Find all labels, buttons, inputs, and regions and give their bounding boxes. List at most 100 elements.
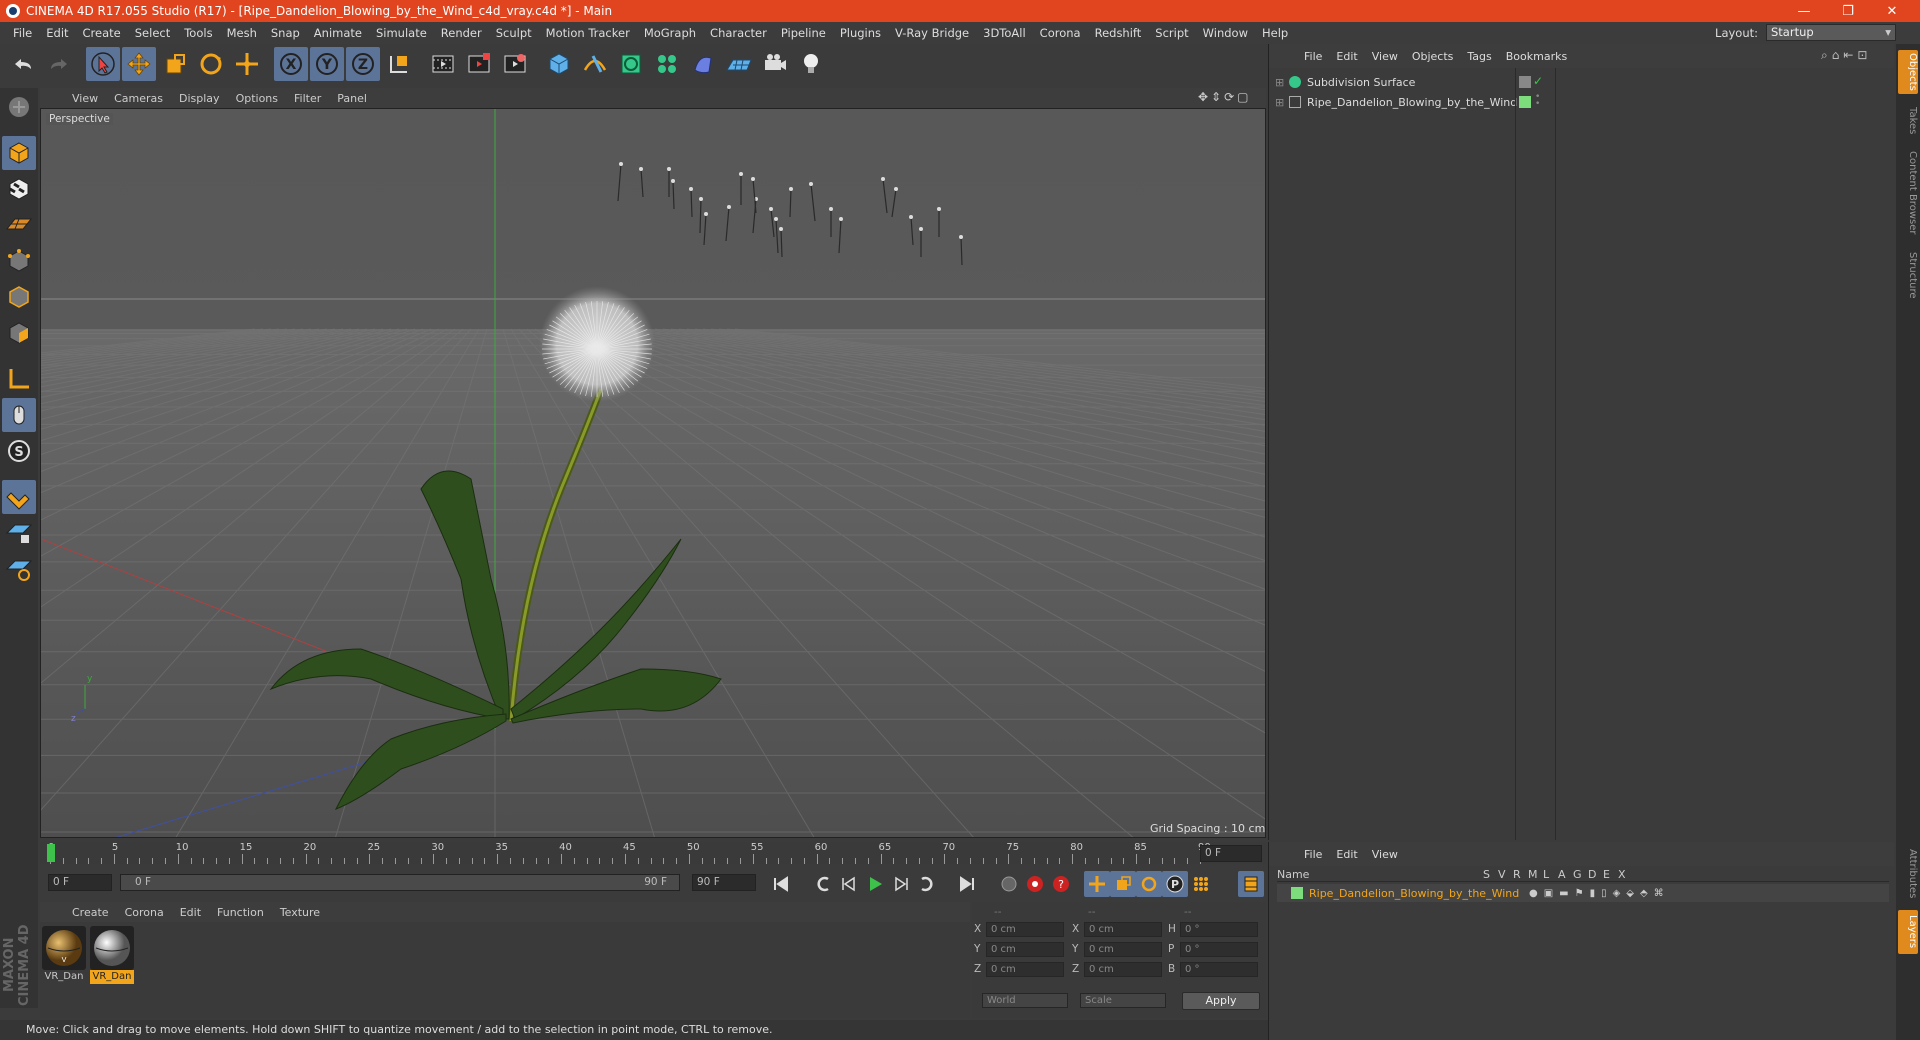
- render-picture-viewer-icon[interactable]: [462, 47, 496, 81]
- coord-position-field[interactable]: 0 cm: [986, 962, 1064, 977]
- coord-position-field[interactable]: 0 cm: [986, 942, 1064, 957]
- material-menu-corona[interactable]: Corona: [117, 906, 172, 919]
- minimize-button[interactable]: —: [1782, 0, 1826, 22]
- layer-row[interactable]: Ripe_Dandelion_Blowing_by_the_Wind ●▣▬⚑▮…: [1277, 884, 1889, 902]
- menu-select[interactable]: Select: [128, 26, 177, 40]
- key-parameter-icon[interactable]: P: [1162, 871, 1188, 897]
- menu-create[interactable]: Create: [76, 26, 128, 40]
- material-menu-create[interactable]: Create: [64, 906, 117, 919]
- tab-attributes[interactable]: Attributes: [1898, 844, 1918, 904]
- deformer-icon[interactable]: [686, 47, 720, 81]
- coordinate-system-icon[interactable]: [382, 47, 416, 81]
- workplane-lock-icon[interactable]: [2, 516, 36, 550]
- viewport-menu-display[interactable]: Display: [171, 92, 228, 105]
- material-menu-texture[interactable]: Texture: [272, 906, 328, 919]
- object-menu-bookmarks[interactable]: Bookmarks: [1499, 50, 1574, 63]
- layer-menu-edit[interactable]: Edit: [1329, 848, 1364, 861]
- record-keys-icon[interactable]: [996, 871, 1022, 897]
- axis-mode-icon[interactable]: [2, 362, 36, 396]
- material-menu-function[interactable]: Function: [209, 906, 272, 919]
- menu-corona[interactable]: Corona: [1033, 26, 1088, 40]
- previous-frame-icon[interactable]: [836, 871, 862, 897]
- workplane-mode-icon[interactable]: [2, 208, 36, 242]
- viewport-menu-options[interactable]: Options: [228, 92, 286, 105]
- menu-3dtoall[interactable]: 3DToAll: [976, 26, 1033, 40]
- make-editable-icon[interactable]: [2, 90, 36, 124]
- live-select-icon[interactable]: [230, 47, 264, 81]
- magnet-icon[interactable]: [2, 480, 36, 514]
- object-menu-edit[interactable]: Edit: [1329, 50, 1364, 63]
- menu-mesh[interactable]: Mesh: [220, 26, 264, 40]
- menu-animate[interactable]: Animate: [307, 26, 369, 40]
- coord-size-field[interactable]: 0 cm: [1084, 962, 1162, 977]
- model-mode-icon[interactable]: [2, 136, 36, 170]
- menu-plugins[interactable]: Plugins: [833, 26, 888, 40]
- layer-color-swatch[interactable]: [1519, 76, 1531, 88]
- layer-color-swatch[interactable]: [1291, 887, 1303, 899]
- play-forward-icon[interactable]: [862, 871, 888, 897]
- tab-content-browser[interactable]: Content Browser: [1898, 146, 1918, 240]
- z-axis-lock-icon[interactable]: Z: [346, 47, 380, 81]
- tab-layers[interactable]: Layers: [1898, 910, 1918, 954]
- autokeying-icon[interactable]: [1022, 871, 1048, 897]
- menu-snap[interactable]: Snap: [264, 26, 307, 40]
- object-menu-tags[interactable]: Tags: [1460, 50, 1498, 63]
- camera-icon[interactable]: [758, 47, 792, 81]
- subdivision-surface-icon[interactable]: [614, 47, 648, 81]
- coord-size-field[interactable]: 0 cm: [1084, 942, 1162, 957]
- edges-mode-icon[interactable]: [2, 280, 36, 314]
- object-menu-view[interactable]: View: [1365, 50, 1405, 63]
- coord-rotation-field[interactable]: 0 °: [1180, 962, 1258, 977]
- layer-menu-view[interactable]: View: [1365, 848, 1405, 861]
- texture-mode-icon[interactable]: [2, 172, 36, 206]
- next-frame-icon[interactable]: [888, 871, 914, 897]
- frame-range-slider[interactable]: 0 F 90 F: [120, 874, 680, 891]
- menu-v-ray-bridge[interactable]: V-Ray Bridge: [888, 26, 976, 40]
- expand-icon[interactable]: ⊞: [1275, 96, 1285, 109]
- go-to-start-icon[interactable]: [768, 871, 794, 897]
- menu-file[interactable]: File: [6, 26, 39, 40]
- object-manager-tools-icons[interactable]: ⌕⌂⇤⊡: [1821, 48, 1871, 63]
- move-tool-icon[interactable]: [122, 47, 156, 81]
- polygons-mode-icon[interactable]: [2, 316, 36, 350]
- coord-position-field[interactable]: 0 cm: [986, 922, 1064, 937]
- viewport-menu-panel[interactable]: Panel: [329, 92, 375, 105]
- layer-menu-file[interactable]: File: [1297, 848, 1329, 861]
- grid-snap-icon[interactable]: [2, 552, 36, 586]
- enabled-check-icon[interactable]: ✓: [1533, 74, 1543, 88]
- key-position-icon[interactable]: [1084, 871, 1110, 897]
- key-scale-icon[interactable]: [1110, 871, 1136, 897]
- layer-color-swatch[interactable]: [1519, 96, 1531, 108]
- material-slot[interactable]: VR_Dan: [90, 926, 134, 984]
- object-menu-objects[interactable]: Objects: [1405, 50, 1461, 63]
- close-button[interactable]: ✕: [1870, 0, 1914, 22]
- key-rotation-icon[interactable]: [1136, 871, 1162, 897]
- tweak-mode-icon[interactable]: [2, 398, 36, 432]
- coord-system-dropdown[interactable]: World: [982, 993, 1068, 1008]
- menu-edit[interactable]: Edit: [39, 26, 75, 40]
- floor-icon[interactable]: [722, 47, 756, 81]
- coord-rotation-field[interactable]: 0 °: [1180, 942, 1258, 957]
- material-menu-edit[interactable]: Edit: [172, 906, 209, 919]
- start-frame-field[interactable]: 0 F: [48, 874, 112, 891]
- light-icon[interactable]: [794, 47, 828, 81]
- playhead[interactable]: [47, 844, 55, 862]
- expand-icon[interactable]: ⊞: [1275, 76, 1285, 89]
- end-frame-field[interactable]: 90 F: [692, 874, 756, 891]
- render-settings-icon[interactable]: [498, 47, 532, 81]
- coord-rotation-field[interactable]: 0 °: [1180, 922, 1258, 937]
- object-menu-file[interactable]: File: [1297, 50, 1329, 63]
- next-keyframe-icon[interactable]: [914, 871, 940, 897]
- material-slot[interactable]: V VR_Dan: [42, 926, 86, 984]
- render-view-icon[interactable]: [426, 47, 460, 81]
- select-tool-icon[interactable]: [86, 47, 120, 81]
- menu-motion-tracker[interactable]: Motion Tracker: [539, 26, 637, 40]
- menu-pipeline[interactable]: Pipeline: [774, 26, 833, 40]
- viewport-menu-filter[interactable]: Filter: [286, 92, 329, 105]
- cloner-icon[interactable]: [650, 47, 684, 81]
- menu-script[interactable]: Script: [1148, 26, 1195, 40]
- menu-render[interactable]: Render: [434, 26, 489, 40]
- go-to-end-icon[interactable]: [954, 871, 980, 897]
- layer-flags-icons[interactable]: ●▣▬⚑▮▯◈⬙⬘⌘: [1529, 888, 1670, 899]
- menu-help[interactable]: Help: [1255, 26, 1295, 40]
